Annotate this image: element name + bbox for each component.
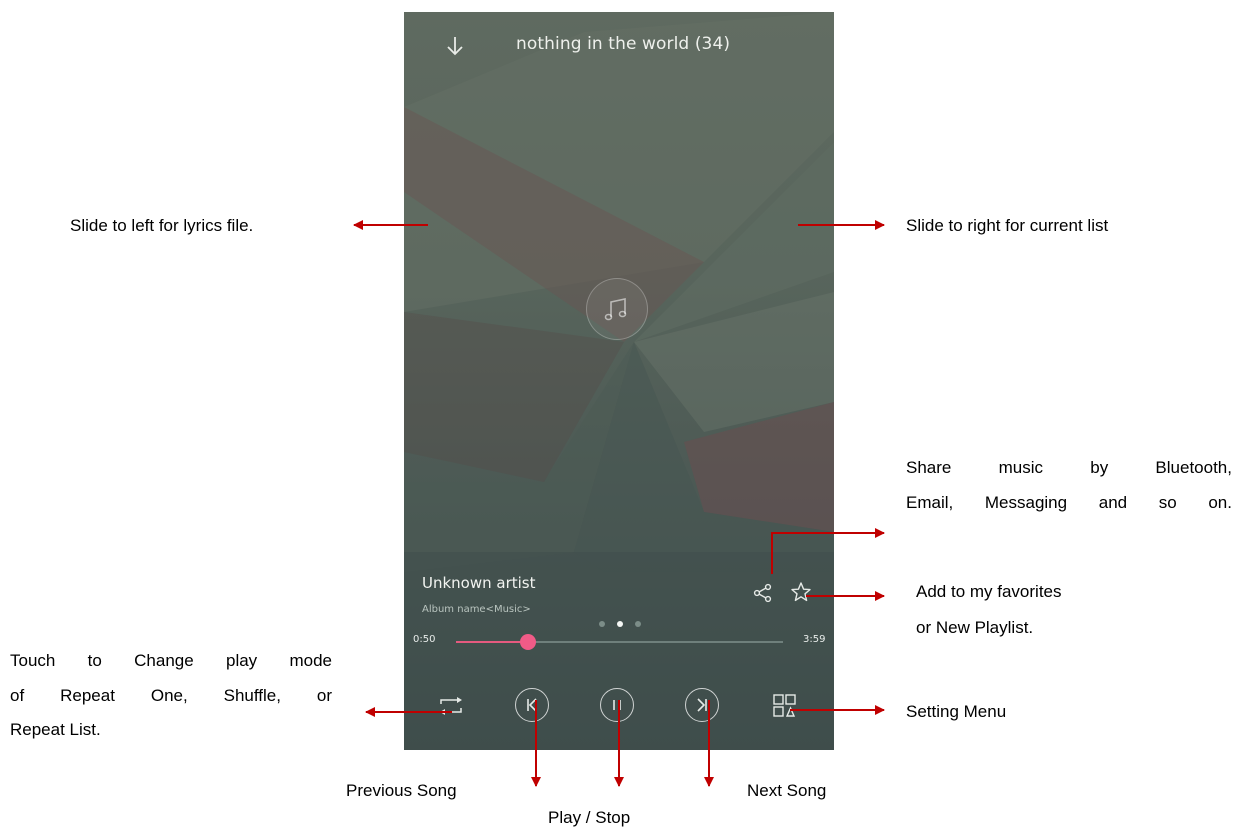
annotation-previous-song: Previous Song bbox=[346, 781, 457, 800]
pause-icon bbox=[613, 700, 621, 710]
background-art bbox=[404, 12, 834, 750]
arrow-down-icon[interactable] bbox=[444, 34, 466, 58]
next-icon bbox=[697, 698, 707, 712]
song-title: nothing in the world (34) bbox=[516, 34, 731, 54]
pause-button[interactable] bbox=[600, 688, 634, 722]
page-dot[interactable] bbox=[635, 621, 641, 627]
seek-bar-progress bbox=[456, 641, 528, 643]
previous-button[interactable] bbox=[515, 688, 549, 722]
album-name: Album name<Music> bbox=[422, 604, 531, 615]
annotation-play-mode-line1: Touch to Change play mode bbox=[10, 651, 332, 670]
music-note-icon bbox=[604, 298, 627, 321]
page-indicator bbox=[599, 619, 643, 629]
total-time: 3:59 bbox=[803, 634, 826, 645]
album-art bbox=[586, 278, 648, 340]
annotation-share-line2: Email, Messaging and so on. bbox=[906, 493, 1232, 512]
annotation-current-list: Slide to right for current list bbox=[906, 216, 1109, 235]
annotation-favorites-line2: or New Playlist. bbox=[916, 618, 1034, 637]
seek-thumb[interactable] bbox=[519, 634, 536, 650]
star-icon[interactable] bbox=[790, 581, 812, 603]
next-button[interactable] bbox=[685, 688, 719, 722]
share-icon[interactable] bbox=[752, 582, 774, 604]
annotation-play-mode-line2: of Repeat One, Shuffle, or bbox=[10, 686, 332, 705]
grid-menu-icon[interactable] bbox=[772, 693, 798, 719]
page-dot[interactable] bbox=[599, 621, 605, 627]
annotation-setting-menu: Setting Menu bbox=[906, 702, 1007, 721]
artist-name: Unknown artist bbox=[422, 574, 536, 592]
annotation-favorites-line1: Add to my favorites bbox=[916, 582, 1062, 601]
page-dot-active[interactable] bbox=[617, 621, 623, 627]
repeat-icon[interactable] bbox=[437, 695, 465, 717]
previous-icon bbox=[527, 698, 537, 712]
top-bar: nothing in the world (34) bbox=[404, 12, 834, 78]
annotation-play-stop: Play / Stop bbox=[548, 808, 631, 827]
music-player-screen: nothing in the world (34) Unknown artist… bbox=[404, 12, 834, 750]
annotation-share-line1: Share music by Bluetooth, bbox=[906, 458, 1232, 477]
seek-bar[interactable] bbox=[456, 634, 783, 650]
annotation-play-mode-line3: Repeat List. bbox=[10, 720, 101, 739]
elapsed-time: 0:50 bbox=[413, 634, 436, 645]
annotation-next-song: Next Song bbox=[747, 781, 827, 800]
annotation-lyrics: Slide to left for lyrics file. bbox=[70, 216, 254, 235]
